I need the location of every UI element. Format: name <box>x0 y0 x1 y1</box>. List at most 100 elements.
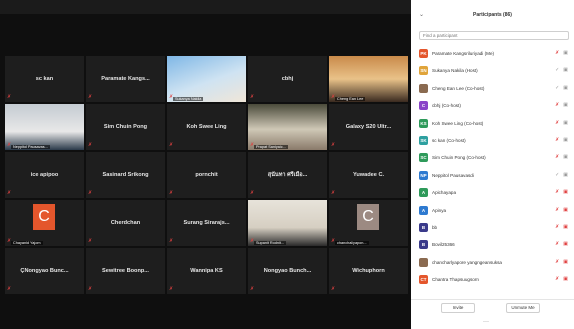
participant-row[interactable]: SK sc kan (Co-host) ✗ ▣ <box>411 132 574 149</box>
mic-muted-icon: ✗ <box>169 238 174 244</box>
mic-muted-icon: ✗ <box>250 142 255 148</box>
participant-row[interactable]: B Bovil25366 ✗ ▣ <box>411 236 574 253</box>
participant-row[interactable]: Bbb ✗ ▣ <box>411 219 574 236</box>
mic-muted-icon[interactable]: ✗ <box>555 50 559 56</box>
mic-muted-icon: ✗ <box>331 238 336 244</box>
video-tile[interactable]: Yuwadee C. ✗ <box>329 152 408 198</box>
video-tile[interactable]: C Chayanid Yajom ✗ <box>5 200 84 246</box>
mic-muted-icon[interactable]: ✗ <box>555 189 559 195</box>
avatar: NP <box>419 170 428 180</box>
video-off-icon[interactable]: ▣ <box>563 259 568 265</box>
video-icon[interactable]: ▣ <box>563 67 568 73</box>
video-icon[interactable]: ▣ <box>563 154 568 160</box>
more-options-icon[interactable]: ··· <box>483 319 489 325</box>
unmute-me-button[interactable]: Unmute Me <box>506 303 540 313</box>
video-tile[interactable]: ÇNongyao Bunc... ✗ <box>5 248 84 294</box>
video-tile[interactable]: Koh Swee Ling ✗ <box>167 104 246 150</box>
participant-name: cbhj (Co-host) <box>432 103 461 109</box>
video-icon[interactable]: ▣ <box>563 120 568 126</box>
tile-name: Wannipa KS <box>190 268 223 274</box>
avatar: KS <box>419 118 428 128</box>
video-tile[interactable]: Wannipa KS ✗ <box>167 248 246 294</box>
mic-muted-icon[interactable]: ✗ <box>555 224 559 230</box>
video-tile[interactable]: Supanit Rodnit... ✗ <box>248 200 327 246</box>
video-tile[interactable]: Cchanchaliyapon... ✗ <box>329 200 408 246</box>
participant-row[interactable]: A Apichayapa ✗ ▣ <box>411 184 574 201</box>
video-off-icon[interactable]: ▣ <box>563 224 568 230</box>
video-tile[interactable]: Galaxy S20 Ultr... ✗ <box>329 104 408 150</box>
participant-row[interactable]: NP Neppitol Pausavasdi ✓ ▣ <box>411 167 574 184</box>
tile-name: Sasinard Srikong <box>102 172 149 178</box>
video-tile[interactable]: Nongyao Bunch... ✗ <box>248 248 327 294</box>
participant-row[interactable]: Cheng Ean Lee (Co-host) ✓ ▣ <box>411 80 574 97</box>
avatar: C <box>33 204 55 230</box>
mic-muted-icon[interactable]: ✗ <box>555 276 559 282</box>
participant-name: chancharlyapore yangngeansuksa <box>432 259 502 265</box>
avatar <box>419 257 428 267</box>
participant-row[interactable]: CT Chantra Thapsuugsorn ✗ ▣ <box>411 271 574 288</box>
participant-video <box>329 56 408 102</box>
tile-name: สุนันทา ศรีเมือ... <box>267 172 308 178</box>
mic-icon[interactable]: ✓ <box>555 172 559 178</box>
video-off-icon[interactable]: ▣ <box>563 276 568 282</box>
video-icon[interactable]: ▣ <box>563 172 568 178</box>
mic-muted-icon[interactable]: ✗ <box>555 137 559 143</box>
avatar: B <box>419 223 428 232</box>
mic-icon[interactable]: ✓ <box>555 85 559 91</box>
mic-muted-icon[interactable]: ✗ <box>555 241 559 247</box>
video-tile[interactable]: sc kan ✗ <box>5 56 84 102</box>
avatar: SK <box>419 136 428 145</box>
tile-caption: Neppitol Pausavas... <box>11 145 50 149</box>
mic-muted-icon: ✗ <box>331 142 336 148</box>
video-icon[interactable]: ▣ <box>563 137 568 143</box>
video-tile[interactable]: Surang Sirarajs... ✗ <box>167 200 246 246</box>
mic-muted-icon[interactable]: ✗ <box>555 102 559 108</box>
video-tile[interactable]: Neppitol Pausavas... ✗ <box>5 104 84 150</box>
video-icon[interactable]: ▣ <box>563 102 568 108</box>
participant-row[interactable]: SN Sukanya Nakila (Host) ✓ ▣ <box>411 62 574 79</box>
mic-muted-icon[interactable]: ✗ <box>555 207 559 213</box>
tile-name: Surang Sirarajs... <box>183 220 230 226</box>
video-tile[interactable]: Paramate Kangs... ✗ <box>86 56 165 102</box>
video-off-icon[interactable]: ▣ <box>563 241 568 247</box>
invite-button[interactable]: Invite <box>441 303 475 313</box>
video-off-icon[interactable]: ▣ <box>563 207 568 213</box>
video-icon[interactable]: ▣ <box>563 85 568 91</box>
video-tile[interactable]: Wichuphorn ✗ <box>329 248 408 294</box>
participant-search-input[interactable] <box>419 31 569 40</box>
mic-muted-icon: ✗ <box>7 238 12 244</box>
mic-icon[interactable]: ✓ <box>555 67 559 73</box>
tile-name: Wichuphorn <box>352 268 385 274</box>
tile-name: Koh Swee Ling <box>186 124 227 130</box>
participant-row[interactable]: chancharlyapore yangngeansuksa ✗ ▣ <box>411 254 574 271</box>
participant-status-icons: ✗ ▣ <box>555 137 568 143</box>
video-icon[interactable]: ▣ <box>563 50 568 56</box>
video-tile[interactable]: สุนันทา ศรีเมือ... ✗ <box>248 152 327 198</box>
video-tile[interactable]: Cheng Ean Lee ✗ <box>329 56 408 102</box>
participant-row[interactable]: KS Koh Swee Ling (Co-host) ✗ ▣ <box>411 115 574 132</box>
participant-name: Koh Swee Ling (Co-host) <box>432 120 484 126</box>
video-tile[interactable]: Sim Chuin Pong ✗ <box>86 104 165 150</box>
video-tile[interactable]: ice apipoo ✗ <box>5 152 84 198</box>
participant-row[interactable]: SC Sim Chuin Pong (Co-host) ✗ ▣ <box>411 149 574 166</box>
participant-name: Sukanya Nakila (Host) <box>432 68 478 74</box>
video-tile[interactable]: Sewitree Boonp... ✗ <box>86 248 165 294</box>
video-tile[interactable]: Sasinard Srikong ✗ <box>86 152 165 198</box>
mic-muted-icon[interactable]: ✗ <box>555 259 559 265</box>
mic-muted-icon: ✗ <box>250 238 255 244</box>
participant-status-icons: ✗ ▣ <box>555 120 568 126</box>
video-tile[interactable]: Sukanya Nakila ✗ <box>167 56 246 102</box>
video-tile[interactable]: Prapat Saniyaic... ✗ <box>248 104 327 150</box>
participant-row[interactable]: PK Paramate Kangsriluriyadi (Me) ✗ ▣ <box>411 45 574 62</box>
video-tile[interactable]: Cherdchan ✗ <box>86 200 165 246</box>
mic-muted-icon[interactable]: ✗ <box>555 154 559 160</box>
participant-row[interactable]: Ccbhj (Co-host) ✗ ▣ <box>411 97 574 114</box>
participant-row[interactable]: A Apinya ✗ ▣ <box>411 202 574 219</box>
meeting-top-bar <box>0 0 411 14</box>
mic-muted-icon[interactable]: ✗ <box>555 120 559 126</box>
video-tile[interactable]: pornchit ✗ <box>167 152 246 198</box>
video-off-icon[interactable]: ▣ <box>563 189 568 195</box>
tile-name: Nongyao Bunch... <box>263 268 312 274</box>
mic-muted-icon: ✗ <box>169 142 174 148</box>
video-tile[interactable]: cbhj ✗ <box>248 56 327 102</box>
